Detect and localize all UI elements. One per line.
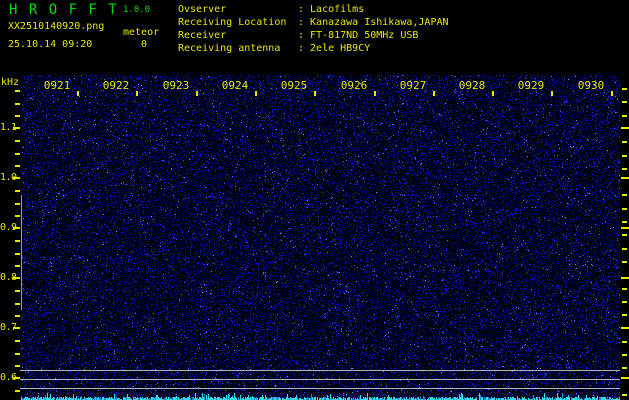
time-tick-label: 0925 bbox=[280, 79, 308, 92]
freq-minor-tick-right bbox=[622, 314, 627, 316]
freq-major-tick-right bbox=[621, 177, 629, 179]
freq-minor-tick-left bbox=[15, 115, 20, 117]
freq-minor-tick-right bbox=[622, 354, 627, 356]
station-info: Ovserver : Lacofilms Receiving Location : K… bbox=[178, 3, 449, 55]
freq-minor-tick-left bbox=[15, 103, 20, 105]
freq-major-tick-right bbox=[621, 327, 629, 329]
freq-major-tick-left bbox=[13, 377, 20, 379]
freq-minor-tick-left bbox=[15, 353, 20, 355]
station-info-value: : Kanazawa Ishikawa,JAPAN bbox=[298, 17, 449, 28]
time-tick-label: 0929 bbox=[517, 79, 545, 92]
capture-datetime: 25.10.14 09:20 bbox=[8, 39, 93, 50]
freq-minor-tick-left bbox=[15, 153, 20, 155]
capture-filename: XX2510140920.png bbox=[8, 21, 105, 32]
freq-minor-tick-right bbox=[622, 234, 627, 236]
carrier-line bbox=[20, 370, 620, 371]
time-tick bbox=[611, 91, 613, 96]
freq-minor-tick-right bbox=[622, 88, 627, 90]
time-tick-label: 0923 bbox=[162, 79, 190, 92]
freq-minor-tick-left bbox=[15, 390, 20, 392]
freq-major-tick-left bbox=[13, 177, 20, 179]
station-info-value: : 2ele HB9CY bbox=[298, 43, 371, 54]
freq-minor-tick-right bbox=[622, 168, 627, 170]
freq-minor-tick-left bbox=[15, 365, 20, 367]
station-info-label: Ovserver bbox=[178, 4, 227, 15]
edge-marker-line bbox=[21, 195, 22, 310]
khz-unit-label: kHz bbox=[1, 77, 20, 88]
carrier-line bbox=[20, 388, 620, 389]
freq-minor-tick-left bbox=[15, 265, 20, 267]
freq-minor-tick-right bbox=[622, 394, 627, 396]
freq-minor-tick-right bbox=[622, 248, 627, 250]
freq-major-tick-right bbox=[621, 377, 629, 379]
station-info-row: Receiver : FT-817ND 50MHz USB bbox=[178, 29, 449, 42]
freq-minor-tick-right bbox=[622, 115, 627, 117]
freq-minor-tick-left bbox=[15, 215, 20, 217]
freq-minor-tick-right bbox=[622, 261, 627, 263]
freq-minor-tick-right bbox=[622, 155, 627, 157]
spectrogram-noise-canvas bbox=[21, 75, 620, 400]
station-info-label: Receiving Location bbox=[178, 17, 287, 28]
time-tick-label: 0930 bbox=[577, 79, 605, 92]
station-info-label: Receiver bbox=[178, 30, 227, 41]
freq-minor-tick-right bbox=[622, 221, 627, 223]
time-tick bbox=[492, 91, 494, 96]
freq-minor-tick-left bbox=[15, 315, 20, 317]
freq-minor-tick-left bbox=[15, 240, 20, 242]
time-tick-label: 0928 bbox=[458, 79, 486, 92]
time-tick bbox=[314, 91, 316, 96]
hrofft-output-window: H R O F F T 1.0.0 XX2510140920.png meteo… bbox=[0, 0, 629, 400]
time-tick bbox=[77, 91, 79, 96]
freq-minor-tick-left bbox=[15, 340, 20, 342]
freq-minor-tick-left bbox=[15, 253, 20, 255]
freq-minor-tick-right bbox=[622, 288, 627, 290]
station-info-value: : Lacofilms bbox=[298, 4, 365, 15]
freq-major-tick-left bbox=[13, 127, 20, 129]
time-tick-label: 0927 bbox=[399, 79, 427, 92]
freq-minor-tick-left bbox=[15, 90, 20, 92]
freq-major-tick-right bbox=[621, 277, 629, 279]
signal-level-strip bbox=[21, 392, 620, 400]
time-tick bbox=[433, 91, 435, 96]
freq-minor-tick-left bbox=[15, 165, 20, 167]
freq-minor-tick-right bbox=[622, 301, 627, 303]
freq-minor-tick-right bbox=[622, 208, 627, 210]
station-info-value: : FT-817ND 50MHz USB bbox=[298, 30, 419, 41]
time-tick bbox=[196, 91, 198, 96]
carrier-line bbox=[20, 379, 620, 380]
freq-minor-tick-right bbox=[622, 341, 627, 343]
freq-minor-tick-right bbox=[622, 101, 627, 103]
app-title: H R O F F T bbox=[9, 2, 119, 18]
time-tick bbox=[551, 91, 553, 96]
time-tick-label: 0924 bbox=[221, 79, 249, 92]
freq-minor-tick-left bbox=[15, 203, 20, 205]
time-tick-label: 0926 bbox=[340, 79, 368, 92]
freq-minor-tick-right bbox=[622, 367, 627, 369]
station-info-row: Ovserver : Lacofilms bbox=[178, 3, 449, 16]
time-tick-label: 0921 bbox=[43, 79, 71, 92]
time-tick bbox=[136, 91, 138, 96]
freq-minor-tick-left bbox=[15, 303, 20, 305]
mode-label: meteor bbox=[123, 27, 160, 38]
freq-major-tick-left bbox=[13, 227, 20, 229]
freq-minor-tick-left bbox=[15, 190, 20, 192]
meteor-count: 0 bbox=[141, 39, 148, 50]
freq-major-tick-right bbox=[621, 127, 629, 129]
time-tick-label: 0922 bbox=[102, 79, 130, 92]
freq-major-tick-left bbox=[13, 277, 20, 279]
time-tick bbox=[374, 91, 376, 96]
freq-major-tick-right bbox=[621, 227, 629, 229]
time-tick bbox=[255, 91, 257, 96]
freq-minor-tick-left bbox=[15, 140, 20, 142]
station-info-row: Receiving Location : Kanazawa Ishikawa,JA… bbox=[178, 16, 449, 29]
station-info-row: Receiving antenna : 2ele HB9CY bbox=[178, 42, 449, 55]
freq-major-tick-left bbox=[13, 327, 20, 329]
freq-minor-tick-right bbox=[622, 194, 627, 196]
app-version: 1.0.0 bbox=[123, 5, 151, 15]
station-info-label: Receiving antenna bbox=[178, 43, 281, 54]
freq-minor-tick-right bbox=[622, 141, 627, 143]
freq-minor-tick-left bbox=[15, 290, 20, 292]
